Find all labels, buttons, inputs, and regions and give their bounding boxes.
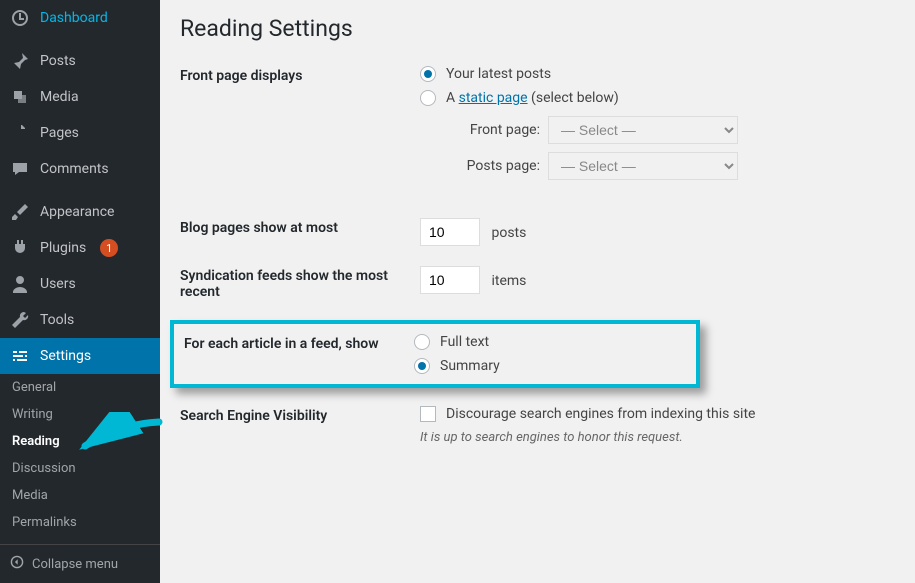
brush-icon [10, 202, 30, 222]
label-front-page-displays: Front page displays [180, 66, 420, 84]
posts-page-select-label: Posts page: [444, 158, 548, 174]
update-badge: 1 [100, 239, 118, 257]
row-syndication: Syndication feeds show the most recent i… [180, 266, 895, 300]
sidebar-item-label: Dashboard [40, 10, 108, 26]
radio-full-text[interactable] [414, 334, 430, 350]
label-syndication: Syndication feeds show the most recent [180, 266, 420, 300]
highlight-feed-show: For each article in a feed, show Full te… [170, 320, 700, 388]
sidebar-item-label: Comments [40, 161, 109, 177]
sidebar-item-plugins[interactable]: Plugins 1 [0, 230, 160, 266]
sidebar-item-comments[interactable]: Comments [0, 151, 160, 187]
sidebar-item-settings[interactable]: Settings [0, 338, 160, 374]
pages-icon [10, 123, 30, 143]
sev-description: It is up to search engines to honor this… [420, 430, 895, 445]
posts-page-select[interactable]: — Select — [548, 152, 738, 180]
sidebar-item-tools[interactable]: Tools [0, 302, 160, 338]
label-feed-show: For each article in a feed, show [184, 334, 414, 352]
label-sev: Search Engine Visibility [180, 406, 420, 424]
sidebar-item-pages[interactable]: Pages [0, 115, 160, 151]
row-blog-pages: Blog pages show at most posts [180, 218, 895, 246]
sliders-icon [10, 346, 30, 366]
sidebar-item-label: Posts [40, 53, 76, 69]
radio-static-page-label: A static page (select below) [446, 90, 619, 106]
admin-sidebar: Dashboard Posts Media Pages Comments App… [0, 0, 160, 583]
sidebar-item-label: Pages [40, 125, 79, 141]
sidebar-sub-general[interactable]: General [0, 374, 160, 401]
syndication-input[interactable] [420, 266, 480, 294]
wrench-icon [10, 310, 30, 330]
front-page-select[interactable]: — Select — [548, 116, 738, 144]
row-front-page-displays: Front page displays Your latest posts A … [180, 66, 895, 188]
sidebar-sub-discussion[interactable]: Discussion [0, 455, 160, 482]
sev-checkbox-label: Discourage search engines from indexing … [446, 406, 755, 422]
radio-latest-posts-label: Your latest posts [446, 66, 551, 82]
label-blog-pages: Blog pages show at most [180, 218, 420, 236]
media-icon [10, 87, 30, 107]
radio-summary[interactable] [414, 358, 430, 374]
radio-summary-label: Summary [440, 358, 500, 374]
dashboard-icon [10, 8, 30, 28]
sidebar-sub-media[interactable]: Media [0, 482, 160, 509]
settings-content: Reading Settings Front page displays You… [160, 0, 915, 583]
collapse-icon [10, 555, 24, 573]
sidebar-item-label: Users [40, 276, 76, 292]
row-search-engine-visibility: Search Engine Visibility Discourage sear… [180, 406, 895, 445]
sidebar-sub-writing[interactable]: Writing [0, 401, 160, 428]
sidebar-item-media[interactable]: Media [0, 79, 160, 115]
comments-icon [10, 159, 30, 179]
pin-icon [10, 51, 30, 71]
sidebar-item-label: Media [40, 89, 79, 105]
sidebar-item-users[interactable]: Users [0, 266, 160, 302]
row-feed-show: For each article in a feed, show Full te… [184, 334, 686, 374]
sidebar-item-dashboard[interactable]: Dashboard [0, 0, 160, 36]
sidebar-item-label: Tools [40, 312, 74, 328]
blog-pages-input[interactable] [420, 218, 480, 246]
sidebar-sub-permalinks[interactable]: Permalinks [0, 509, 160, 536]
sidebar-item-appearance[interactable]: Appearance [0, 194, 160, 230]
user-icon [10, 274, 30, 294]
plugin-icon [10, 238, 30, 258]
collapse-menu-button[interactable]: Collapse menu [0, 544, 160, 583]
sidebar-item-label: Settings [40, 348, 91, 364]
radio-full-text-label: Full text [440, 334, 489, 350]
sev-checkbox[interactable] [420, 406, 436, 422]
static-page-link[interactable]: static page [459, 90, 528, 106]
blog-pages-unit: posts [491, 225, 526, 241]
radio-latest-posts[interactable] [420, 66, 436, 82]
front-page-select-label: Front page: [444, 122, 548, 138]
page-title: Reading Settings [180, 15, 895, 42]
collapse-label: Collapse menu [32, 557, 118, 572]
sidebar-sub-reading[interactable]: Reading [0, 428, 160, 455]
syndication-unit: items [491, 273, 526, 289]
sidebar-item-posts[interactable]: Posts [0, 43, 160, 79]
sidebar-item-label: Plugins [40, 240, 86, 256]
radio-static-page[interactable] [420, 90, 436, 106]
sidebar-item-label: Appearance [40, 204, 114, 220]
